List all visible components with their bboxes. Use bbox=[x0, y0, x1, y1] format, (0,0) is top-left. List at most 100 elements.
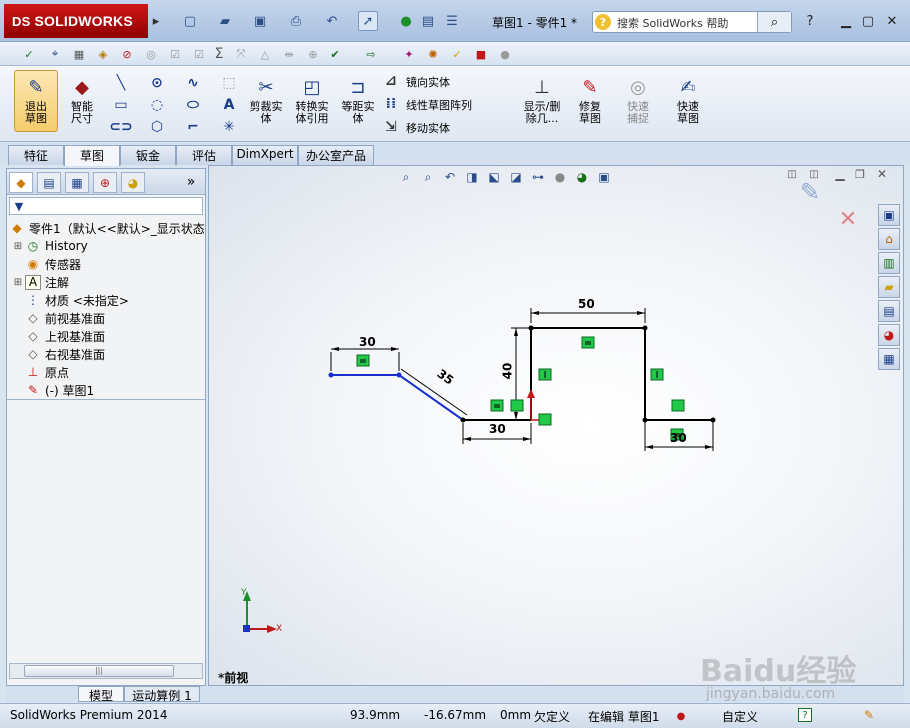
circle-icon[interactable]: ⊙ bbox=[146, 72, 168, 94]
collaboration-icon[interactable]: ✎ bbox=[862, 708, 876, 722]
move-entities-button[interactable]: 移动实体 bbox=[406, 120, 450, 136]
save-icon[interactable]: ▣ bbox=[250, 11, 270, 31]
tree-item-history[interactable]: ⊞ ◷ History bbox=[13, 237, 88, 255]
offset-entities-button[interactable]: ⊐ 等距实体 bbox=[336, 70, 380, 132]
dimension-height[interactable]: 40 bbox=[500, 363, 514, 380]
tab-model[interactable]: 模型 bbox=[78, 686, 124, 703]
rebuild-traffic-light-icon[interactable]: ● bbox=[396, 11, 416, 31]
sketch-point[interactable] bbox=[710, 417, 716, 423]
design-library-icon[interactable]: ▥ bbox=[878, 252, 900, 274]
arc-icon[interactable]: ◌ bbox=[146, 94, 168, 116]
undo-icon[interactable]: ↶ bbox=[322, 11, 342, 31]
dimxpert-manager-tab-icon[interactable]: ⊕ bbox=[93, 172, 117, 193]
slot-icon[interactable]: ⊂⊃ bbox=[109, 116, 132, 138]
scroll-thumb[interactable]: ||| bbox=[24, 665, 174, 677]
coincident-relation-icon[interactable] bbox=[510, 399, 524, 412]
rectangle-icon[interactable]: ▭ bbox=[110, 94, 132, 116]
select-arrow-icon[interactable]: ➚ bbox=[358, 11, 378, 31]
color-swatch-icon[interactable]: ■ bbox=[472, 45, 490, 63]
dimension-width-bottom[interactable]: 30 bbox=[489, 422, 506, 436]
zebra-icon[interactable]: ✺ bbox=[424, 45, 442, 63]
new-document-icon[interactable]: ▢ bbox=[180, 11, 200, 31]
sketch-point[interactable] bbox=[328, 372, 334, 378]
open-folder-icon[interactable]: ▰ bbox=[215, 11, 235, 31]
tree-item-right-plane[interactable]: ◇ 右视基准面 bbox=[13, 345, 105, 363]
sum-icon[interactable]: Σ bbox=[210, 45, 228, 63]
sketch-point[interactable] bbox=[642, 325, 648, 331]
coincident-relation-icon[interactable] bbox=[538, 413, 552, 426]
coincident-relation-icon[interactable] bbox=[671, 399, 685, 412]
expand-icon[interactable]: ⊞ bbox=[13, 241, 23, 252]
display-manager-tab-icon[interactable]: ◕ bbox=[121, 172, 145, 193]
file-properties-icon[interactable]: ▤ bbox=[418, 11, 438, 31]
solidworks-logo[interactable]: DS SOLIDWORKS bbox=[4, 4, 148, 38]
exit-sketch-button[interactable]: ✎ 退出草图 bbox=[14, 70, 58, 132]
dimension-check-icon[interactable]: ⌖ bbox=[46, 45, 64, 63]
close-icon[interactable]: ✕ bbox=[882, 12, 902, 30]
quick-snaps-button[interactable]: ◎ 快速捕捉 bbox=[616, 70, 660, 132]
home-icon[interactable]: ⌂ bbox=[878, 228, 900, 250]
line-icon[interactable]: ╲ bbox=[110, 72, 132, 94]
custom-properties-icon[interactable]: ▦ bbox=[878, 348, 900, 370]
sketch-point[interactable] bbox=[460, 417, 466, 423]
layout-icon[interactable]: ▦ bbox=[70, 45, 88, 63]
search-icon[interactable]: ⌕ bbox=[757, 12, 791, 32]
mirror-entities-button[interactable]: 镜向实体 bbox=[406, 74, 450, 90]
rebuild-status-icon[interactable]: ● bbox=[676, 708, 686, 724]
expand-panel-icon[interactable]: » bbox=[183, 174, 199, 190]
configurationmanager-tab-icon[interactable]: ▦ bbox=[65, 172, 89, 193]
tree-item-annotations[interactable]: ⊞ A 注解 bbox=[13, 273, 69, 291]
help-icon[interactable]: ? bbox=[800, 12, 820, 30]
tree-item-top-plane[interactable]: ◇ 上视基准面 bbox=[13, 327, 105, 345]
logo-menu-arrow-icon[interactable]: ▸ bbox=[150, 11, 162, 31]
tab-features[interactable]: 特征 bbox=[8, 145, 64, 165]
appearances-icon[interactable]: ◕ bbox=[878, 324, 900, 346]
sketch-line-selected[interactable] bbox=[398, 374, 464, 421]
options-icon[interactable]: ☰ bbox=[442, 11, 462, 31]
show-delete-relations-button[interactable]: ⊥ 显示/删除几... bbox=[518, 70, 566, 132]
tab-sketch[interactable]: 草图 bbox=[64, 145, 120, 166]
rapid-sketch-button[interactable]: ✍ 快速草图 bbox=[666, 70, 710, 132]
dimension-width-right[interactable]: 30 bbox=[670, 431, 687, 445]
tab-evaluate[interactable]: 评估 bbox=[176, 145, 232, 165]
text-icon[interactable]: A bbox=[218, 94, 240, 116]
sketch-point[interactable] bbox=[396, 372, 402, 378]
no-icon[interactable]: ⊘ bbox=[118, 45, 136, 63]
tab-sheet-metal[interactable]: 钣金 bbox=[120, 145, 176, 165]
tree-root[interactable]: ◆ 零件1（默认<<默认>_显示状态 bbox=[7, 219, 204, 237]
ellipse-icon[interactable]: ⬭ bbox=[182, 94, 204, 116]
maximize-icon[interactable]: ▢ bbox=[858, 12, 878, 30]
polygon-icon[interactable]: ⬡ bbox=[146, 116, 168, 138]
view-palette-icon[interactable]: ▤ bbox=[878, 300, 900, 322]
import-diagnose-icon[interactable]: ⇨ bbox=[362, 45, 380, 63]
tab-office-products[interactable]: 办公室产品 bbox=[298, 145, 374, 165]
print-icon[interactable]: ⎙ bbox=[286, 11, 306, 31]
expand-icon[interactable]: ⊞ bbox=[13, 277, 23, 288]
check-sketch-icon[interactable]: ✔ bbox=[326, 45, 344, 63]
graphics-area[interactable]: ⌕ ⌕ ↶ ◨ ⬕ ◪ ⊶ ● ◕ ▣ ◫ ◫ ▁ ❐ ✕ ✎ ✕ 30 35 … bbox=[208, 165, 904, 686]
tab-dimxpert[interactable]: DimXpert bbox=[232, 145, 298, 165]
deviation-icon[interactable]: ✦ bbox=[400, 45, 418, 63]
tree-item-sensors[interactable]: ◉ 传感器 bbox=[13, 255, 81, 273]
tree-filter[interactable]: ▼ bbox=[9, 197, 203, 215]
trim-entities-button[interactable]: ✂ 剪裁实体 bbox=[244, 70, 288, 132]
tree-item-front-plane[interactable]: ◇ 前视基准面 bbox=[13, 309, 105, 327]
help-search-box[interactable]: ? 搜索 SolidWorks 帮助 ⌕ bbox=[592, 11, 792, 33]
help-status-icon[interactable]: ? bbox=[798, 708, 812, 722]
tree-item-sketch1[interactable]: ✎ (-) 草图1 bbox=[13, 381, 94, 399]
propertymanager-tab-icon[interactable]: ▤ bbox=[37, 172, 61, 193]
tree-item-material[interactable]: ⋮ 材质 <未指定> bbox=[13, 291, 129, 309]
featuremanager-tab-icon[interactable]: ◆ bbox=[9, 172, 33, 193]
sketch-point[interactable] bbox=[642, 417, 648, 423]
linear-pattern-button[interactable]: 线性草图阵列 bbox=[406, 97, 472, 113]
spline-icon[interactable]: ∿ bbox=[182, 72, 204, 94]
check-icon[interactable]: ✓ bbox=[448, 45, 466, 63]
spell-check-icon[interactable]: ✓ bbox=[20, 45, 38, 63]
sketch-canvas[interactable] bbox=[209, 166, 904, 686]
dimension-width-left[interactable]: 30 bbox=[359, 335, 376, 349]
repair-sketch-button[interactable]: ✎ 修复草图 bbox=[568, 70, 612, 132]
point-icon[interactable]: ✳ bbox=[218, 116, 240, 138]
tab-motion-study[interactable]: 运动算例 1 bbox=[124, 686, 200, 703]
tree-item-origin[interactable]: ⊥ 原点 bbox=[13, 363, 69, 381]
file-explorer-icon[interactable]: ▰ bbox=[878, 276, 900, 298]
